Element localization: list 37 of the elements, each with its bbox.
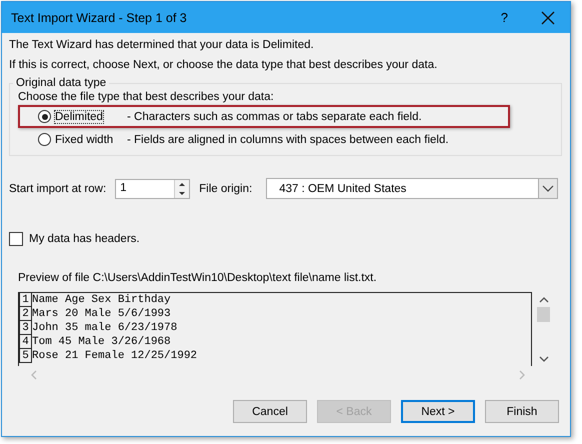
window-title: Text Import Wizard - Step 1 of 3 [11,10,188,24]
line-number: 5 [19,349,32,363]
scroll-thumb[interactable] [537,307,550,322]
option-description: - Fields are aligned in columns with spaces between each field. [127,134,449,146]
option-label[interactable]: Delimited [55,110,103,122]
help-button[interactable]: ? [500,10,508,25]
preview-line: John 35 male 6/23/1978 [32,321,178,335]
file-origin-dropdown[interactable]: 437 : OEM United States [266,178,558,199]
line-number: 1 [19,293,32,307]
line-number: 2 [19,307,32,321]
prompt-text: Choose the file type that best describes your data: [18,91,275,103]
scroll-down-icon[interactable] [538,356,548,363]
chevron-down-icon [542,184,554,192]
option-description: - Characters such as commas or tabs separate each field. [127,110,422,122]
start-row-label: Start import at row: [9,182,106,194]
preview-line: Rose 21 Female 12/25/1992 [32,349,198,363]
start-row-spinner[interactable]: 1 [115,178,190,198]
wizard-button[interactable]: Cancel [233,400,307,423]
wizard-button[interactable]: Next > [401,400,475,423]
radio-button[interactable] [38,110,51,123]
preview-caption: Preview of file C:\Users\AddinTestWin10\Desktop\text file\name list.txt. [18,272,378,284]
preview-line: Name Age Sex Birthday [32,293,171,307]
line-number: 4 [19,335,32,349]
option-label[interactable]: Fixed width [55,134,114,146]
intro-text: The Text Wizard has determined that your data is Delimited. [9,39,315,51]
preview-line: Mars 20 Male 5/6/1993 [32,307,171,321]
checkbox-label[interactable]: My data has headers. [29,233,140,245]
intro-text: If this is correct, choose Next, or choose the data type that best describes your data. [9,59,438,71]
scroll-up-icon[interactable] [538,296,548,303]
file-origin-label: File origin: [199,182,252,194]
radio-button[interactable] [38,133,51,146]
checkbox[interactable] [9,232,23,246]
preview-line: Tom 45 Male 3/26/1968 [32,335,171,349]
line-number: 3 [19,321,32,335]
wizard-button[interactable]: Finish [485,400,559,423]
close-icon[interactable] [541,10,555,24]
group-title: Original data type [15,77,108,89]
